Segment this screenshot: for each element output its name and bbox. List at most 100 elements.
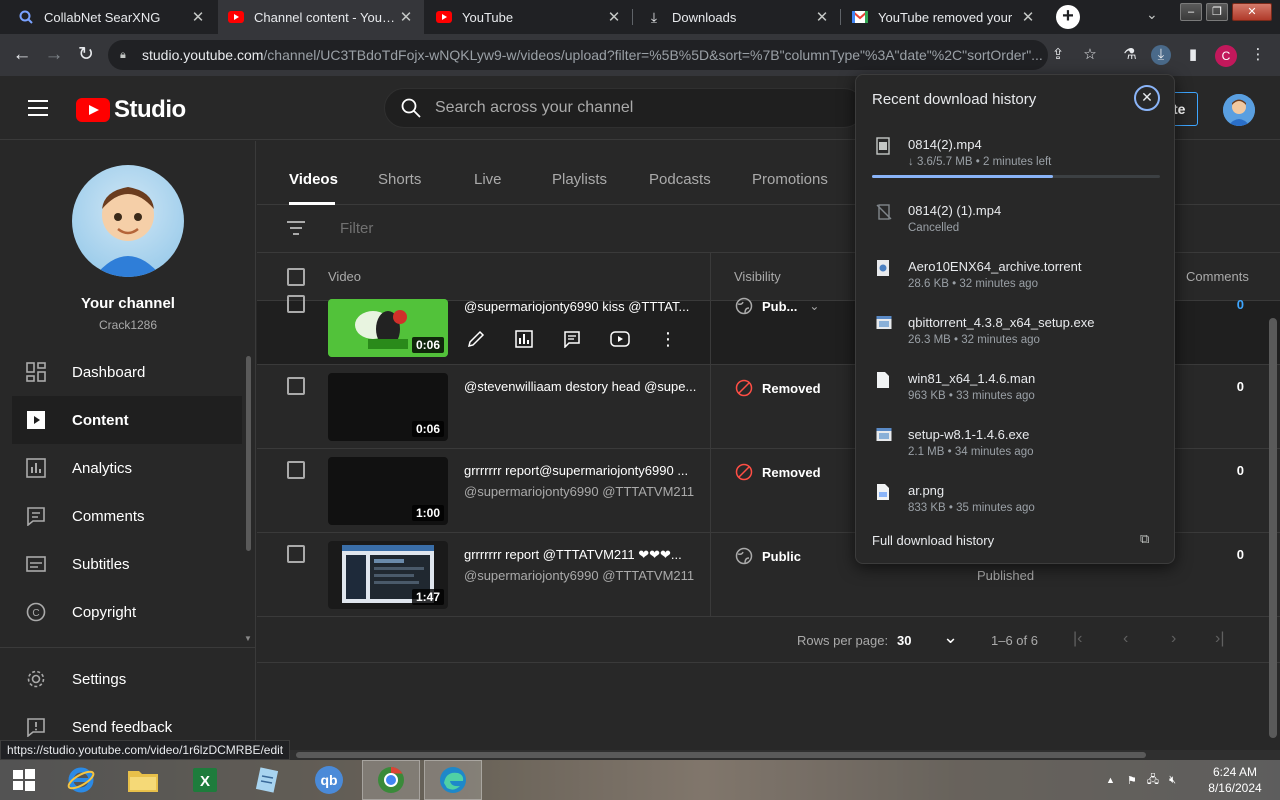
- sidebar-item-settings[interactable]: Settings: [12, 655, 242, 703]
- taskbar-qbittorrent[interactable]: qb: [300, 760, 358, 800]
- close-icon[interactable]: ✕: [606, 8, 622, 26]
- minimize-button[interactable]: –: [1180, 3, 1202, 21]
- prev-page-icon[interactable]: ‹: [1123, 630, 1128, 648]
- taskbar-clock[interactable]: 6:24 AM 8/16/2024: [1200, 764, 1270, 796]
- flag-icon[interactable]: ⚑: [1127, 774, 1137, 787]
- video-title[interactable]: @stevenwilliaam destory head @supe...: [464, 379, 699, 394]
- menu-icon[interactable]: [28, 100, 48, 116]
- maximize-button[interactable]: ❐: [1206, 3, 1228, 21]
- extensions-icon[interactable]: ⚗: [1120, 45, 1140, 65]
- sidebar-item-content[interactable]: Content: [12, 396, 242, 444]
- account-avatar[interactable]: [1223, 94, 1255, 126]
- video-thumbnail[interactable]: 1:00: [328, 457, 448, 525]
- more-menu-icon[interactable]: ⋮: [1248, 45, 1268, 65]
- scroll-down-arrow[interactable]: ▼: [244, 634, 252, 643]
- row-checkbox[interactable]: [287, 295, 305, 313]
- row-checkbox[interactable]: [287, 377, 305, 395]
- download-item[interactable]: 0814(2).mp4 ↓ 3.6/5.7 MB • 2 minutes lef…: [856, 131, 1176, 187]
- rows-per-page-value[interactable]: 30: [897, 633, 911, 648]
- row-checkbox[interactable]: [287, 461, 305, 479]
- scrollbar-thumb[interactable]: [296, 752, 1146, 758]
- window-close-button[interactable]: ✕: [1232, 3, 1272, 21]
- column-visibility[interactable]: Visibility: [734, 269, 781, 284]
- video-title[interactable]: grrrrrrr report @TTTATVM211 ❤❤❤...: [464, 547, 699, 563]
- youtube-play-icon[interactable]: [608, 327, 632, 351]
- address-bar[interactable]: 🔒︎ studio.youtube.com /channel/UC3TBdoTd…: [108, 40, 1048, 70]
- close-icon[interactable]: ✕: [1020, 8, 1036, 26]
- tab-playlists[interactable]: Playlists: [552, 171, 607, 188]
- download-item[interactable]: setup-w8.1-1.4.6.exe 2.1 MB • 34 minutes…: [856, 421, 1176, 477]
- horizontal-scrollbar[interactable]: [256, 750, 1280, 760]
- tray-expand-icon[interactable]: ▲: [1106, 775, 1115, 785]
- column-video[interactable]: Video: [328, 269, 361, 284]
- tab-youtube-removed[interactable]: YouTube removed your ✕: [842, 0, 1046, 34]
- filter-input[interactable]: Filter: [340, 220, 373, 237]
- browser-profile-avatar[interactable]: C: [1215, 45, 1237, 67]
- next-page-icon[interactable]: ›: [1171, 630, 1176, 648]
- tab-shorts[interactable]: Shorts: [378, 171, 421, 188]
- tab-youtube[interactable]: YouTube ✕: [426, 0, 632, 34]
- video-title[interactable]: grrrrrrr report@supermariojonty6990 ...: [464, 463, 699, 478]
- tab-downloads[interactable]: ⤓ Downloads ✕: [636, 0, 840, 34]
- sidebar-item-dashboard[interactable]: Dashboard: [12, 348, 242, 396]
- back-button[interactable]: ←: [10, 43, 34, 67]
- taskbar-internet-explorer[interactable]: [52, 760, 110, 800]
- more-options-icon[interactable]: ⋮: [656, 327, 680, 351]
- video-title[interactable]: @supermariojonty6990 kiss @TTTAT...: [464, 299, 699, 314]
- new-tab-button[interactable]: +: [1056, 5, 1080, 29]
- sidebar-item-comments[interactable]: Comments: [12, 492, 242, 540]
- search-input[interactable]: [435, 99, 835, 117]
- chevron-down-icon[interactable]: ⌄: [809, 299, 819, 313]
- last-page-icon[interactable]: ›|: [1215, 630, 1224, 648]
- share-icon[interactable]: ⇪: [1048, 45, 1068, 65]
- close-icon[interactable]: ✕: [814, 8, 830, 26]
- comment-count[interactable]: 0: [1232, 297, 1244, 312]
- sidebar-item-analytics[interactable]: Analytics: [12, 444, 242, 492]
- start-button[interactable]: [0, 760, 48, 800]
- first-page-icon[interactable]: |‹: [1073, 630, 1082, 648]
- taskbar-notes[interactable]: [238, 760, 296, 800]
- tab-channel-content[interactable]: Channel content - YouTube ✕: [218, 0, 424, 34]
- edit-pencil-icon[interactable]: [464, 327, 488, 351]
- tab-videos[interactable]: Videos: [289, 171, 338, 188]
- close-icon[interactable]: ✕: [1134, 85, 1160, 111]
- close-icon[interactable]: ✕: [190, 8, 206, 26]
- chevron-down-icon[interactable]: ⌄: [1146, 6, 1158, 23]
- filter-icon[interactable]: [287, 221, 305, 239]
- download-item[interactable]: Aero10ENX64_archive.torrent 28.6 KB • 32…: [856, 253, 1176, 309]
- video-thumbnail[interactable]: 0:06: [328, 373, 448, 441]
- speaker-muted-icon[interactable]: 🔇︎: [1169, 774, 1176, 787]
- tab-collabnet-searxng[interactable]: CollabNet SearXNG ✕: [8, 0, 216, 34]
- download-item[interactable]: qbittorrent_4.3.8_x64_setup.exe 26.3 MB …: [856, 309, 1176, 365]
- full-download-history-link[interactable]: Full download history: [872, 533, 994, 548]
- forward-button[interactable]: →: [42, 43, 66, 67]
- taskbar-file-explorer[interactable]: [114, 760, 172, 800]
- comments-icon[interactable]: [560, 327, 584, 351]
- network-icon[interactable]: 🖧︎: [1147, 771, 1159, 790]
- download-item[interactable]: 0814(2) (1).mp4 Cancelled: [856, 197, 1176, 253]
- content-scrollbar[interactable]: [1269, 318, 1277, 738]
- row-checkbox[interactable]: [287, 545, 305, 563]
- sidebar-item-copyright[interactable]: C Copyright: [12, 588, 242, 636]
- tab-promotions[interactable]: Promotions: [752, 171, 828, 188]
- video-thumbnail[interactable]: 1:47: [328, 541, 448, 609]
- download-item[interactable]: win81_x64_1.4.6.man 963 KB • 33 minutes …: [856, 365, 1176, 421]
- column-comments[interactable]: Comments: [1186, 269, 1249, 284]
- analytics-icon[interactable]: [512, 327, 536, 351]
- taskbar-edge[interactable]: [424, 760, 482, 800]
- visibility-cell[interactable]: Pub... ⌄: [735, 297, 819, 315]
- tab-podcasts[interactable]: Podcasts: [649, 171, 711, 188]
- taskbar-chrome[interactable]: [362, 760, 420, 800]
- side-panel-icon[interactable]: ▮: [1183, 45, 1203, 65]
- reload-button[interactable]: ↻: [74, 43, 98, 67]
- star-icon[interactable]: ☆: [1080, 45, 1100, 65]
- sidebar-scrollbar[interactable]: [246, 356, 251, 551]
- download-icon[interactable]: ⤓: [1151, 45, 1171, 65]
- taskbar-excel[interactable]: X: [176, 760, 234, 800]
- sidebar-item-subtitles[interactable]: Subtitles: [12, 540, 242, 588]
- chevron-down-icon[interactable]: ⌄: [943, 627, 958, 648]
- visibility-cell[interactable]: Public: [735, 547, 801, 565]
- select-all-checkbox[interactable]: [287, 268, 305, 286]
- close-icon[interactable]: ✕: [398, 8, 414, 26]
- video-thumbnail[interactable]: 0:06: [328, 299, 448, 357]
